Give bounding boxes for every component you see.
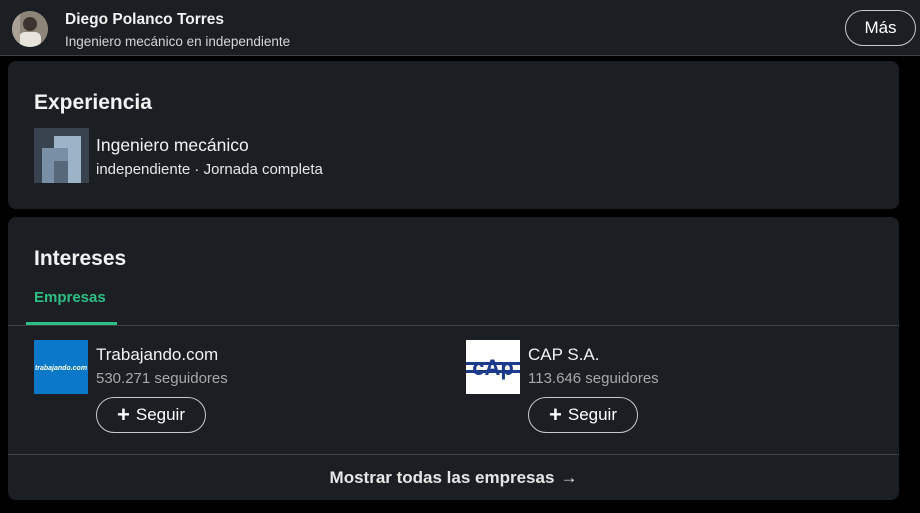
tab-divider (8, 325, 899, 326)
experience-section: Experiencia Ingeniero mecánico independi… (8, 61, 899, 209)
profile-sticky-header: Diego Polanco Torres Ingeniero mecánico … (0, 0, 920, 56)
svg-text:trabajando.com: trabajando.com (35, 365, 87, 372)
company-followers: 530.271 seguidores (96, 370, 228, 387)
profile-name: Diego Polanco Torres (65, 11, 225, 28)
profile-avatar[interactable] (12, 11, 48, 47)
tab-empresas[interactable]: Empresas (34, 289, 106, 306)
follow-label: Seguir (567, 405, 617, 424)
company-item-cap: cAp CAP S.A. 113.646 seguidores + Seguir (466, 340, 866, 440)
plus-icon: + (549, 402, 562, 427)
trabajando-logo[interactable]: trabajando.com (34, 340, 88, 394)
show-all-label: Mostrar todas las empresas (329, 467, 555, 487)
company-item-trabajando: trabajando.com Trabajando.com 530.271 se… (34, 340, 434, 440)
experience-subtitle: independiente · Jornada completa (96, 161, 323, 178)
show-all-companies-link[interactable]: Mostrar todas las empresas → (8, 455, 899, 500)
company-name[interactable]: CAP S.A. (528, 345, 600, 365)
building-icon (34, 128, 89, 183)
follow-label: Seguir (135, 405, 185, 424)
company-placeholder-logo[interactable] (34, 128, 89, 183)
avatar-photo-icon (12, 11, 48, 47)
company-name[interactable]: Trabajando.com (96, 345, 218, 365)
arrow-right-icon: → (560, 467, 578, 487)
section-title-experience: Experiencia (34, 91, 152, 114)
interests-section: Intereses Empresas trabajando.com Trabaj… (8, 217, 899, 500)
plus-icon: + (117, 402, 130, 427)
cap-logo-icon: cAp (466, 340, 520, 394)
company-followers: 113.646 seguidores (528, 370, 659, 387)
more-button[interactable]: Más (845, 10, 916, 46)
svg-text:cAp: cAp (472, 355, 514, 380)
experience-role[interactable]: Ingeniero mecánico (96, 135, 249, 156)
cap-logo[interactable]: cAp (466, 340, 520, 394)
trabajando-logo-icon: trabajando.com (34, 340, 88, 394)
section-title-interests: Intereses (34, 247, 127, 270)
profile-headline: Ingeniero mecánico en independiente (65, 34, 291, 49)
follow-button-cap[interactable]: + Seguir (528, 397, 638, 433)
follow-button-trabajando[interactable]: + Seguir (96, 397, 206, 433)
